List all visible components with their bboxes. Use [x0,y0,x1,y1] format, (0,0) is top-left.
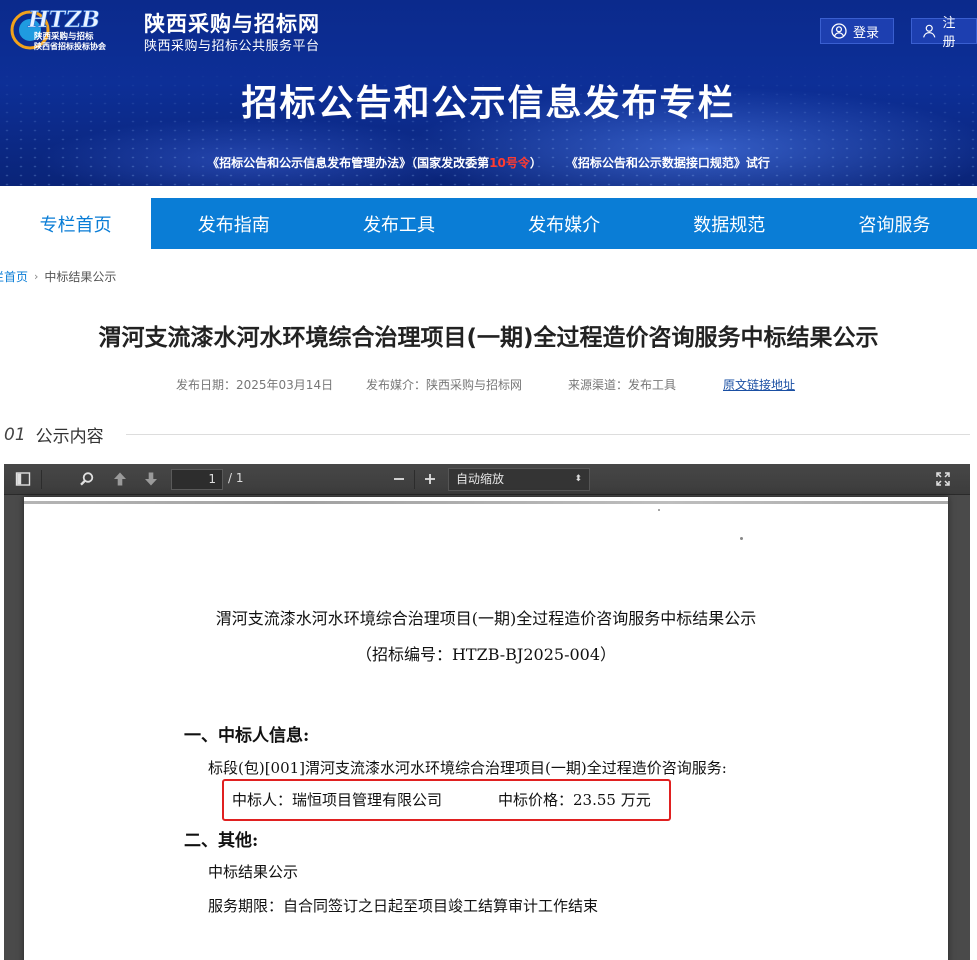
breadcrumb-current: 中标结果公示 [44,270,117,284]
section-divider [125,434,970,435]
nav-item-data-spec[interactable]: 数据规范 [647,198,812,249]
pdf-page: 渭河支流漆水河水环境综合治理项目(一期)全过程造价咨询服务中标结果公示 （招标编… [24,497,948,960]
page-number-input[interactable]: 1 [171,469,223,490]
nav-item-home[interactable]: 专栏首页 [0,198,152,249]
scan-speck [658,509,660,511]
document-heading-winner-info: 一、中标人信息: [184,726,310,746]
fullscreen-icon[interactable] [934,470,952,488]
notice-link-1-suffix: ） [529,156,542,170]
original-link[interactable]: 原文链接地址 [723,376,795,393]
pdf-viewer: 1 / 1 自动缩放 ⬍ 渭河支流漆水河水环境综合治理项目(一期)全过程造价咨询… [4,464,970,960]
zoom-out-icon[interactable] [390,470,408,488]
source-channel: 来源渠道：发布工具 [568,378,677,392]
user-icon [923,24,936,38]
login-button[interactable]: 登录 [820,18,894,44]
site-logo[interactable]: HTZB 陕西采购与招标 陕西省招标投标协会 [8,6,136,52]
scan-edge-line [24,501,948,504]
document-tender-code: （招标编号：HTZB-BJ2025-004） [355,645,617,664]
document-heading-other: 二、其他: [184,831,259,851]
site-subtitle: 陕西采购与招标公共服务平台 [144,39,320,54]
register-button[interactable]: 注册 [911,16,977,50]
breadcrumb: 栏首页 › 中标结果公示 [0,268,116,285]
zoom-in-icon[interactable] [421,470,439,488]
zoom-select-value: 自动缩放 [456,472,505,486]
nav-item-consulting[interactable]: 咨询服务 [812,198,977,249]
search-icon[interactable] [78,470,96,488]
notice-link-management-measures[interactable]: 《招标公告和公示信息发布管理办法》（国家发改委第10号令） [207,156,542,170]
nav-item-tools[interactable]: 发布工具 [316,198,481,249]
logo-text: HTZB [27,7,100,33]
document-lot-line: 标段(包)[001]渭河支流漆水河水环境综合治理项目(一期)全过程造价咨询服务: [208,759,727,777]
logo-sub2: 陕西省招标投标协会 [34,41,106,51]
breadcrumb-home-link[interactable]: 栏首页 [0,268,28,285]
page-total: / 1 [228,471,244,485]
scan-speck [740,537,743,540]
banner-title: 招标公告和公示信息发布专栏 [241,83,736,124]
notice-link-1-prefix: 《招标公告和公示信息发布管理办法》（国家发改委第 [207,156,490,170]
section-number: 01 [4,424,26,445]
header-banner: HTZB 陕西采购与招标 陕西省招标投标协会 陕西采购与招标网 陕西采购与招标公… [0,0,977,186]
nav-item-guide[interactable]: 发布指南 [151,198,316,249]
notice-link-data-interface-spec[interactable]: 《招标公告和公示数据接口规范》试行 [566,156,770,170]
breadcrumb-chevron-icon: › [34,270,39,283]
section-header: 01 公示内容 [4,422,970,447]
document-other-line-1: 中标结果公示 [208,863,299,881]
select-arrows-icon: ⬍ [574,474,582,484]
main-nav: 专栏首页 发布指南 发布工具 发布媒介 数据规范 咨询服务 [0,198,977,249]
login-label: 登录 [853,25,880,41]
document-service-period: 服务期限：自合同签订之日起至项目竣工结算审计工作结束 [208,897,599,915]
user-circle-icon [831,23,847,39]
zoom-select[interactable]: 自动缩放 ⬍ [448,468,590,491]
site-name[interactable]: 陕西采购与招标网 [144,8,320,38]
section-label: 公示内容 [35,427,104,447]
red-highlight-box [222,779,671,821]
notice-link-1-order: 10号令 [489,156,530,170]
next-page-arrow-icon[interactable] [142,470,160,488]
page-title: 渭河支流漆水河水环境综合治理项目(一期)全过程造价咨询服务中标结果公示 [98,325,879,351]
sidebar-toggle-icon[interactable] [14,470,32,488]
pdf-toolbar: 1 / 1 自动缩放 ⬍ [4,464,970,495]
register-label: 注册 [942,16,956,50]
nav-item-media[interactable]: 发布媒介 [482,198,647,249]
publish-media: 发布媒介：陕西采购与招标网 [366,378,523,392]
previous-page-arrow-icon[interactable] [111,470,129,488]
publish-date: 发布日期：2025年03月14日 [176,378,334,392]
document-title: 渭河支流漆水河水环境综合治理项目(一期)全过程造价咨询服务中标结果公示 [215,609,757,628]
logo-sub1: 陕西采购与招标 [34,31,94,42]
banner-notice-links: 《招标公告和公示信息发布管理办法》（国家发改委第10号令） 《招标公告和公示数据接… [0,154,977,171]
